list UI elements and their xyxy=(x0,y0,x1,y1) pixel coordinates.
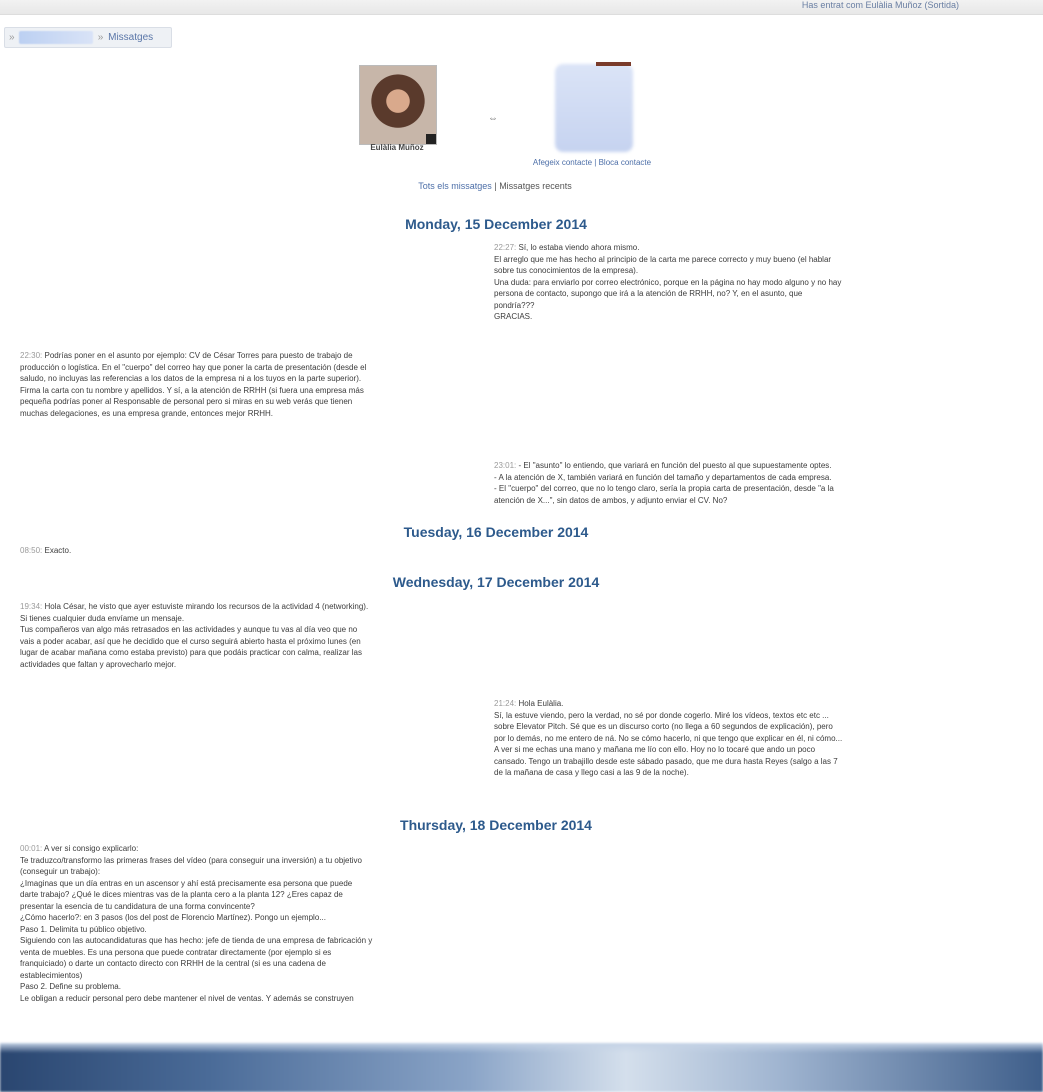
page: Has entrat com Eulàlia Muñoz (Sortida) »… xyxy=(0,0,1043,1092)
message-item: 19:34: Hola César, he visto que ayer est… xyxy=(20,601,495,670)
message-line: cansado. Tengo un trabajillo desde este … xyxy=(494,756,838,766)
message-line: actividades que faltan y aprovecharlo me… xyxy=(20,659,177,669)
message-line: sobre tus conocimientos de la empresa). xyxy=(494,266,639,275)
breadcrumb-separator: » xyxy=(97,32,104,43)
message-item: 22:30: Podrías poner en el asunto por ej… xyxy=(20,350,495,419)
all-messages-link[interactable]: Tots els missatges xyxy=(418,181,492,191)
user-avatar-other[interactable] xyxy=(555,64,633,152)
message-line: persona de contacto, supongo que irá a l… xyxy=(494,289,803,298)
message-line: - A la atención de X, también variará en… xyxy=(494,472,832,482)
breadcrumb-current[interactable]: Missatges xyxy=(108,32,153,43)
message-line: A ver si me echas una mano y mañana me l… xyxy=(494,745,816,754)
message-item: 21:24: Hola Eulàlia. Sí, la estuve viend… xyxy=(494,698,969,779)
message-line: presentar la esencia de tu candidatura d… xyxy=(20,901,255,911)
message-line: Hola Eulàlia. xyxy=(518,699,564,708)
message-line: Podrías poner en el asunto por ejemplo: … xyxy=(44,351,353,360)
filter-separator: | xyxy=(494,181,497,191)
message-line: Siguiendo con las autocandidaturas que h… xyxy=(20,936,373,945)
day-header: Monday, 15 December 2014 xyxy=(405,216,587,232)
message-line: Le obligan a reducir personal pero debe … xyxy=(20,993,354,1003)
message-item: 22:27: Sí, lo estaba viendo ahora mismo.… xyxy=(494,242,964,323)
day-header: Wednesday, 17 December 2014 xyxy=(392,574,600,590)
message-filters: Tots els missatges | Missatges recents xyxy=(360,181,630,191)
day-header: Tuesday, 16 December 2014 xyxy=(403,524,589,540)
day-header: Thursday, 18 December 2014 xyxy=(400,817,592,833)
message-line: Hola César, he visto que ayer estuviste … xyxy=(44,602,369,611)
avatar-top-edge xyxy=(596,62,631,66)
message-line: Paso 2. Define su problema. xyxy=(20,982,121,991)
message-time: 21:24: xyxy=(494,699,517,708)
message-line: producción o logística. En el "cuerpo" d… xyxy=(20,362,367,372)
message-line: Paso 1. Delimita tu público objetivo. xyxy=(20,924,147,934)
message-item: 23:01: - El "asunto" lo entiendo, que va… xyxy=(494,460,964,506)
login-info[interactable]: Has entrat com Eulàlia Muñoz (Sortida) xyxy=(802,0,959,10)
message-line: sobre Elevator Pitch. Sé que es un discu… xyxy=(494,722,833,731)
message-line: (conseguir un trabajo): xyxy=(20,867,101,876)
message-line: Una duda: para enviarlo por correo elect… xyxy=(494,277,842,287)
message-time: 08:50: xyxy=(20,546,43,555)
message-line: saludo, no incluyas las referencias a lo… xyxy=(20,374,362,383)
message-line: atención de X...", sin datos de ambos, y… xyxy=(494,495,728,505)
message-line: GRACIAS. xyxy=(494,312,533,321)
message-line: darte trabajo? ¿Qué le dices mientras va… xyxy=(20,890,343,899)
message-time: 00:01: xyxy=(20,844,43,853)
message-line: pequeña podrías poner al Responsable de … xyxy=(20,397,353,406)
message-item: 00:01: A ver si consigo explicarlo: Te t… xyxy=(20,843,500,1004)
breadcrumb: » » Missatges xyxy=(4,27,172,48)
message-line: venta de muebles. Es una persona que pue… xyxy=(20,947,332,957)
user-avatar-eulalia[interactable] xyxy=(359,65,437,145)
message-line: muchas delegaciones, es una empresa gran… xyxy=(20,408,274,418)
message-line: A ver si consigo explicarlo: xyxy=(44,844,139,853)
message-line: Firma la carta con tu nombre y apellidos… xyxy=(20,385,364,395)
message-time: 23:01: xyxy=(494,461,517,470)
conversation-arrow-icon: ⇔ xyxy=(488,113,498,124)
message-line: Sí, lo estaba viendo ahora mismo. xyxy=(518,243,640,252)
message-time: 19:34: xyxy=(20,602,43,611)
message-line: de la mañana de casa y llego casi a las … xyxy=(494,768,689,777)
message-line: - El "cuerpo" del correo, que no lo teng… xyxy=(494,484,834,493)
breadcrumb-lead: » xyxy=(9,32,15,43)
recent-messages-link[interactable]: Missatges recents xyxy=(499,181,572,191)
message-line: Si tienes cualquier duda envíame un mens… xyxy=(20,613,185,623)
message-line: por lo demás, no me entero de ná. No se … xyxy=(494,733,843,743)
message-line: franquiciado) o darte un contacto direct… xyxy=(20,959,326,968)
contact-links[interactable]: Afegeix contacte | Bloca contacte xyxy=(512,158,672,167)
breadcrumb-home-link[interactable] xyxy=(19,30,93,44)
message-line: - El "asunto" lo entiendo, que variará e… xyxy=(518,461,832,470)
message-line: ¿Imaginas que un día entras en un ascens… xyxy=(20,878,353,888)
message-line: Tus compañeros van algo más retrasados e… xyxy=(20,625,358,634)
message-line: lugar de acabar mañana como estaba previ… xyxy=(20,648,362,657)
message-line: Exacto. xyxy=(44,546,72,555)
message-line: Te traduzco/transformo las primeras fras… xyxy=(20,855,362,865)
message-line: pondría??? xyxy=(494,300,535,310)
user-name-eulalia[interactable]: Eulàlia Muñoz xyxy=(356,143,438,152)
message-line: establecimientos) xyxy=(20,970,83,980)
message-time: 22:30: xyxy=(20,351,43,360)
message-item: 08:50: Exacto. xyxy=(20,545,490,557)
message-line: El arreglo que me has hecho al principio… xyxy=(494,254,832,264)
message-line: vais a poder acabar, así que he decidido… xyxy=(20,636,361,646)
message-line: ¿Cómo hacerlo?: en 3 pasos (los del post… xyxy=(20,913,326,922)
background-shine xyxy=(0,1043,1043,1053)
message-time: 22:27: xyxy=(494,243,517,252)
desktop-background-strip xyxy=(0,1043,1043,1092)
message-line: Sí, la estuve viendo, pero la verdad, no… xyxy=(494,710,829,720)
top-bar: Has entrat com Eulàlia Muñoz (Sortida) xyxy=(0,0,1043,15)
